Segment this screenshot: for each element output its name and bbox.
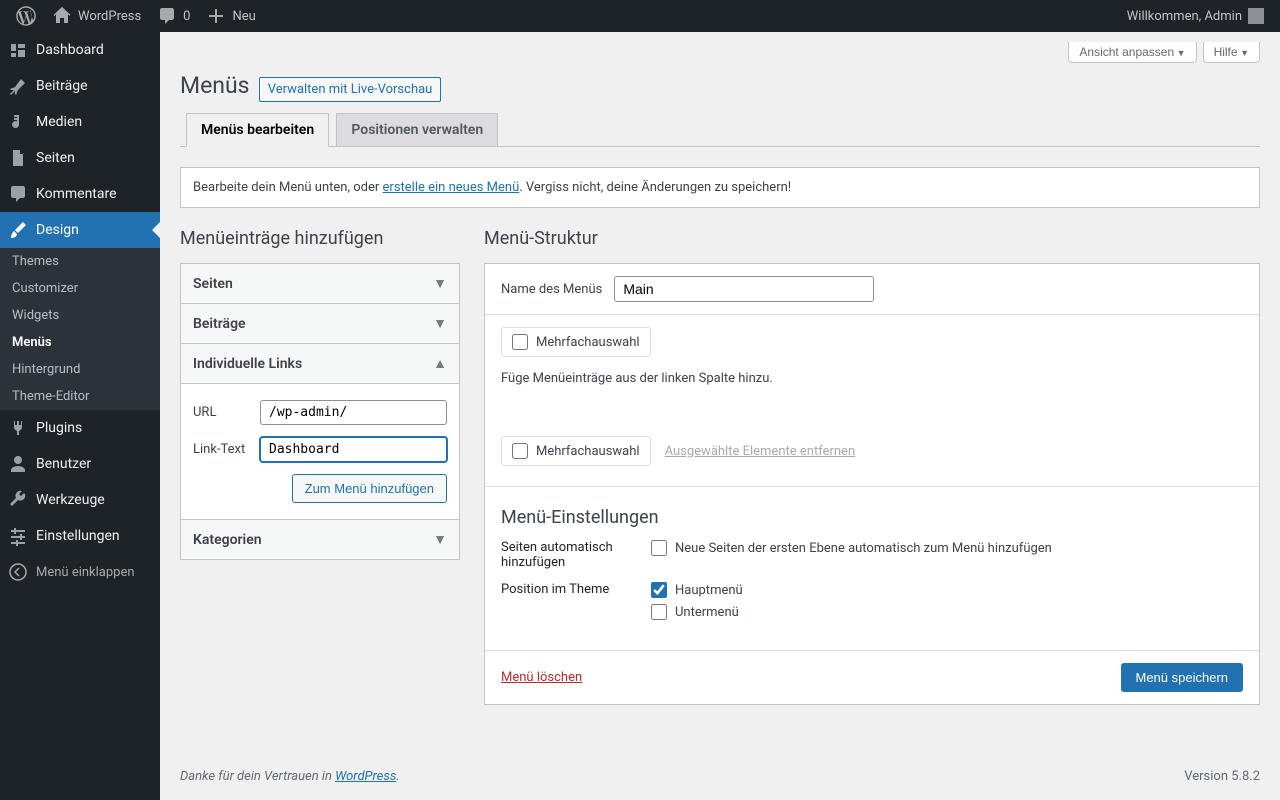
remove-selected-link[interactable]: Ausgewählte Elemente entfernen: [665, 444, 856, 459]
sidebar-item-design[interactable]: Design: [0, 212, 160, 248]
auto-add-checkbox[interactable]: [651, 540, 667, 556]
page-title: Menüs: [180, 63, 250, 103]
create-new-menu-link[interactable]: erstelle ein neues Menü: [383, 180, 520, 195]
tab-edit-menus[interactable]: Menüs bearbeiten: [186, 113, 329, 147]
wrench-icon: [8, 490, 28, 510]
submenu-widgets[interactable]: Widgets: [0, 302, 160, 329]
submenu-theme-editor[interactable]: Theme-Editor: [0, 383, 160, 410]
content-area: Ansicht anpassen Hilfe Menüs Verwalten m…: [160, 32, 1280, 800]
user-icon: [8, 454, 28, 474]
screen-meta: Ansicht anpassen Hilfe: [180, 42, 1260, 63]
submenu-menus[interactable]: Menüs: [0, 329, 160, 356]
brush-icon: [8, 220, 28, 240]
sidebar-item-settings[interactable]: Einstellungen: [0, 518, 160, 554]
delete-menu-link[interactable]: Menü löschen: [501, 670, 582, 685]
version-text: Version 5.8.2: [1184, 769, 1260, 784]
sidebar-item-comments[interactable]: Kommentare: [0, 176, 160, 212]
caret-up-icon: ▲: [433, 355, 447, 372]
collapse-menu-button[interactable]: Menü einklappen: [0, 554, 160, 590]
sidebar-item-plugins[interactable]: Plugins: [0, 410, 160, 446]
sliders-icon: [8, 526, 28, 546]
caret-down-icon: ▼: [433, 275, 447, 292]
avatar: [1248, 8, 1264, 24]
comment-icon: [157, 6, 177, 26]
caret-down-icon: ▼: [433, 315, 447, 332]
menu-structure-column: Menü-Struktur Name des Menüs Mehrfachaus…: [484, 228, 1260, 705]
edit-menu-notice: Bearbeite dein Menü unten, oder erstelle…: [180, 167, 1260, 208]
comments-count: 0: [183, 9, 190, 24]
wp-logo[interactable]: [8, 0, 44, 32]
accordion-posts-toggle[interactable]: Beiträge▼: [181, 304, 459, 343]
page-icon: [8, 148, 28, 168]
screen-options-toggle[interactable]: Ansicht anpassen: [1068, 42, 1196, 63]
location-main-checkbox[interactable]: [651, 582, 667, 598]
help-toggle[interactable]: Hilfe: [1203, 42, 1260, 63]
caret-down-icon: ▼: [433, 531, 447, 548]
admin-footer: Danke für dein Vertrauen in WordPress. V…: [160, 753, 1280, 800]
bulk-select-toggle-bottom[interactable]: Mehrfachauswahl: [501, 436, 651, 466]
new-content-link[interactable]: Neu: [198, 0, 263, 32]
location-label: Position im Theme: [501, 582, 631, 597]
welcome-text: Willkommen, Admin: [1127, 9, 1242, 24]
menu-settings-heading: Menü-Einstellungen: [501, 507, 1243, 528]
sidebar-item-pages[interactable]: Seiten: [0, 140, 160, 176]
add-to-menu-button[interactable]: Zum Menü hinzufügen: [292, 474, 447, 503]
submenu-themes[interactable]: Themes: [0, 248, 160, 275]
plus-icon: [206, 6, 226, 26]
accordion-custom-links: Individuelle Links▲ URL Link-Text Zum Me…: [180, 344, 460, 520]
home-icon: [52, 6, 72, 26]
custom-link-text-input[interactable]: [260, 437, 447, 462]
design-submenu: Themes Customizer Widgets Menüs Hintergr…: [0, 248, 160, 410]
dashboard-icon: [8, 40, 28, 60]
bulk-select-checkbox-top[interactable]: [512, 334, 528, 350]
menu-frame: Name des Menüs Mehrfachauswahl Füge Menü…: [484, 263, 1260, 705]
pin-icon: [8, 76, 28, 96]
accordion-categories: Kategorien▼: [180, 520, 460, 560]
auto-add-label: Seiten automatisch hinzufügen: [501, 540, 631, 570]
add-items-heading: Menüeinträge hinzufügen: [180, 228, 460, 249]
save-menu-button[interactable]: Menü speichern: [1121, 663, 1244, 692]
bulk-select-checkbox-bottom[interactable]: [512, 443, 528, 459]
comments-link[interactable]: 0: [149, 0, 198, 32]
manage-live-preview-button[interactable]: Verwalten mit Live-Vorschau: [259, 77, 442, 102]
sidebar-item-users[interactable]: Benutzer: [0, 446, 160, 482]
link-text-label: Link-Text: [193, 442, 260, 457]
user-account-link[interactable]: Willkommen, Admin: [1119, 0, 1272, 32]
wordpress-logo-icon: [16, 6, 36, 26]
site-name: WordPress: [78, 9, 141, 24]
media-icon: [8, 112, 28, 132]
add-items-column: Menüeinträge hinzufügen Seiten▼ Beiträge…: [180, 228, 460, 705]
wordpress-link[interactable]: WordPress: [335, 769, 396, 784]
empty-menu-hint: Füge Menüeinträge aus der linken Spalte …: [501, 371, 1243, 386]
new-label: Neu: [232, 9, 255, 24]
accordion-pages: Seiten▼: [180, 263, 460, 304]
accordion-pages-toggle[interactable]: Seiten▼: [181, 264, 459, 303]
submenu-customizer[interactable]: Customizer: [0, 275, 160, 302]
site-home-link[interactable]: WordPress: [44, 0, 149, 32]
accordion-custom-toggle[interactable]: Individuelle Links▲: [181, 344, 459, 384]
accordion-categories-toggle[interactable]: Kategorien▼: [181, 520, 459, 559]
comment-icon: [8, 184, 28, 204]
sidebar-item-posts[interactable]: Beiträge: [0, 68, 160, 104]
plugin-icon: [8, 418, 28, 438]
menu-name-label: Name des Menüs: [501, 282, 602, 297]
menu-name-input[interactable]: [614, 276, 874, 302]
structure-heading: Menü-Struktur: [484, 228, 1260, 249]
tab-manage-locations[interactable]: Positionen verwalten: [336, 113, 498, 146]
sidebar-item-tools[interactable]: Werkzeuge: [0, 482, 160, 518]
collapse-icon: [8, 562, 28, 582]
accordion-posts: Beiträge▼: [180, 304, 460, 344]
sidebar-item-dashboard[interactable]: Dashboard: [0, 32, 160, 68]
sidebar-item-media[interactable]: Medien: [0, 104, 160, 140]
nav-tabs: Menüs bearbeiten Positionen verwalten: [180, 113, 1260, 147]
bulk-select-toggle-top[interactable]: Mehrfachauswahl: [501, 327, 651, 357]
submenu-background[interactable]: Hintergrund: [0, 356, 160, 383]
url-label: URL: [193, 405, 260, 420]
admin-bar: WordPress 0 Neu Willkommen, Admin: [0, 0, 1280, 32]
custom-url-input[interactable]: [260, 400, 447, 425]
location-sub-checkbox[interactable]: [651, 604, 667, 620]
admin-sidebar: Dashboard Beiträge Medien Seiten Komment…: [0, 32, 160, 800]
